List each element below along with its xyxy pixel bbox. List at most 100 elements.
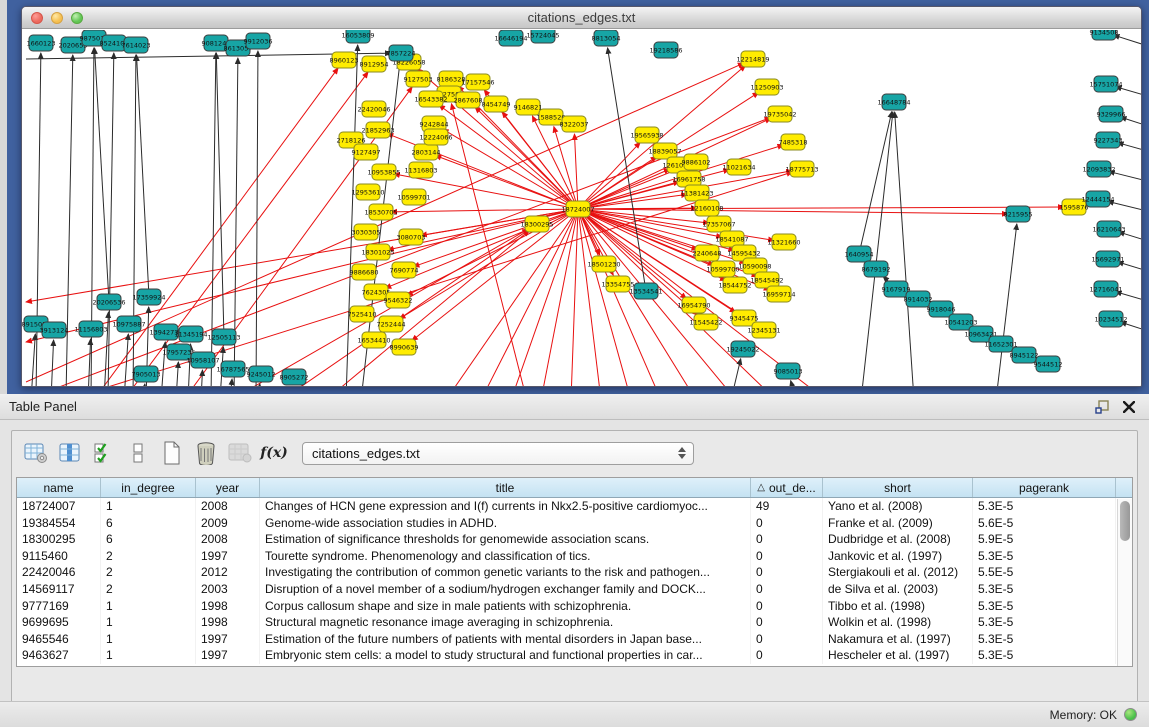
graph-node[interactable]: 7614023 <box>122 37 151 53</box>
table-cell[interactable]: 6 <box>101 515 196 532</box>
column-header-title[interactable]: title <box>260 478 751 497</box>
table-row[interactable]: 2242004622012Investigating the contribut… <box>17 564 1132 581</box>
table-cell[interactable]: 19384554 <box>17 515 101 532</box>
table-cell[interactable]: 2012 <box>196 564 260 581</box>
table-cell[interactable]: 5.5E-5 <box>973 564 1116 581</box>
table-cell[interactable]: Investigating the contribution of common… <box>260 564 751 581</box>
graph-node[interactable]: 12953610 <box>351 184 384 200</box>
table-cell[interactable]: Tourette syndrome. Phenomenology and cla… <box>260 548 751 565</box>
zoom-window-button[interactable] <box>71 12 83 24</box>
table-cell[interactable]: Yano et al. (2008) <box>823 498 973 515</box>
citation-network-graph[interactable]: 1872400718300295195659381883905712610651… <box>22 30 1141 386</box>
column-header-pagerank[interactable]: pagerank <box>973 478 1116 497</box>
graph-edge[interactable] <box>578 209 1008 214</box>
select-columns-button[interactable] <box>56 439 84 467</box>
table-cell[interactable]: 5.6E-5 <box>973 515 1116 532</box>
graph-edge[interactable] <box>791 381 796 386</box>
table-cell[interactable]: 2 <box>101 564 196 581</box>
column-header-in_degree[interactable]: in_degree <box>101 478 196 497</box>
deselect-all-button[interactable] <box>124 439 152 467</box>
table-cell[interactable]: Disruption of a novel member of a sodium… <box>260 581 751 598</box>
table-cell[interactable]: Corpus callosum shape and size in male p… <box>260 598 751 615</box>
graph-node[interactable]: 9134508 <box>1090 30 1119 40</box>
table-cell[interactable]: 9777169 <box>17 598 101 615</box>
table-cell[interactable]: 1997 <box>196 548 260 565</box>
graph-edge[interactable] <box>26 209 578 302</box>
table-cell[interactable]: 2 <box>101 581 196 598</box>
memory-ok-icon[interactable] <box>1124 708 1137 721</box>
graph-node[interactable]: 16210643 <box>1092 221 1125 237</box>
table-cell[interactable]: 1 <box>101 631 196 648</box>
table-cell[interactable]: Estimation of the future numbers of pati… <box>260 631 751 648</box>
table-cell[interactable]: de Silva et al. (2003) <box>823 581 973 598</box>
table-cell[interactable]: 18724007 <box>17 498 101 515</box>
table-cell[interactable]: Hescheler et al. (1997) <box>823 647 973 664</box>
graph-node[interactable]: 17157546 <box>461 74 494 90</box>
table-cell[interactable]: 9699695 <box>17 614 101 631</box>
graph-node[interactable]: 16646194 <box>494 30 527 46</box>
graph-node[interactable]: 16787565 <box>216 361 249 377</box>
column-header-name[interactable]: name <box>17 478 101 497</box>
table-cell[interactable]: 5.3E-5 <box>973 598 1116 615</box>
table-cell[interactable]: 14569117 <box>17 581 101 598</box>
graph-node[interactable]: 11345194 <box>174 326 207 342</box>
graph-node[interactable]: 16954790 <box>677 297 710 313</box>
table-cell[interactable]: 1998 <box>196 598 260 615</box>
table-cell[interactable]: Estimation of significance thresholds fo… <box>260 531 751 548</box>
graph-node[interactable]: 8322037 <box>560 116 589 132</box>
graph-node[interactable]: 7905013 <box>132 366 161 382</box>
network-view-canvas[interactable]: 1872400718300295195659381883905712610651… <box>22 30 1141 386</box>
table-cell[interactable]: Tibbo et al. (1998) <box>823 598 973 615</box>
graph-node[interactable]: 8679192 <box>862 261 891 277</box>
graph-node[interactable]: 7690774 <box>390 262 419 278</box>
table-cell[interactable]: 2 <box>101 548 196 565</box>
table-cell[interactable]: 2003 <box>196 581 260 598</box>
graph-edge[interactable] <box>230 379 232 386</box>
graph-node[interactable]: 10953855 <box>367 164 400 180</box>
table-cell[interactable]: 0 <box>751 564 823 581</box>
table-cell[interactable]: 5.9E-5 <box>973 531 1116 548</box>
column-header-short[interactable]: short <box>823 478 973 497</box>
graph-node[interactable]: 11021634 <box>722 159 755 175</box>
graph-node[interactable]: 9886680 <box>350 264 379 280</box>
graph-edge[interactable] <box>216 53 224 337</box>
graph-node[interactable]: 12160108 <box>690 200 723 216</box>
table-cell[interactable]: 0 <box>751 631 823 648</box>
graph-node[interactable]: 15724045 <box>526 30 559 43</box>
table-row[interactable]: 1456911722003Disruption of a novel membe… <box>17 581 1132 598</box>
table-cell[interactable]: 1 <box>101 614 196 631</box>
table-row[interactable]: 911546021997Tourette syndrome. Phenomeno… <box>17 548 1132 565</box>
network-window[interactable]: citations_edges.txt 18724007183002951956… <box>21 6 1142 387</box>
table-cell[interactable]: 1998 <box>196 614 260 631</box>
graph-node[interactable]: 19735042 <box>763 106 796 122</box>
graph-node[interactable]: 16053809 <box>341 30 374 43</box>
table-row[interactable]: 1830029562008Estimation of significance … <box>17 531 1132 548</box>
graph-node[interactable]: 1660123 <box>27 35 56 51</box>
graph-node[interactable]: 9912036 <box>244 33 273 49</box>
table-cell[interactable]: 1997 <box>196 631 260 648</box>
graph-node[interactable]: 7857224 <box>387 45 416 61</box>
graph-edge[interactable] <box>1121 117 1141 127</box>
graph-edge[interactable] <box>578 209 631 386</box>
graph-node[interactable]: 19245022 <box>726 341 759 357</box>
graph-node[interactable]: 10599700 <box>706 261 739 277</box>
graph-edge[interactable] <box>133 55 136 386</box>
table-row[interactable]: 1872400712008Changes of HCN gene express… <box>17 498 1132 515</box>
table-cell[interactable]: 0 <box>751 531 823 548</box>
table-cell[interactable]: 22420046 <box>17 564 101 581</box>
graph-node[interactable]: 9127503 <box>404 71 433 87</box>
graph-node[interactable]: 7485318 <box>779 134 808 150</box>
graph-node[interactable]: 20206536 <box>92 294 125 310</box>
graph-edge[interactable] <box>1114 35 1141 47</box>
graph-node[interactable]: 9127497 <box>352 144 381 160</box>
graph-node[interactable]: 2867608 <box>454 92 483 108</box>
graph-node[interactable]: 16534410 <box>357 332 390 348</box>
graph-node[interactable]: 12214819 <box>736 51 769 67</box>
table-row[interactable]: 977716911998Corpus callosum shape and si… <box>17 598 1132 615</box>
graph-edge[interactable] <box>108 53 114 386</box>
graph-node[interactable]: 8813054 <box>592 30 621 46</box>
graph-edge[interactable] <box>859 112 892 254</box>
table-cell[interactable]: Embryonic stem cells: a model to study s… <box>260 647 751 664</box>
graph-node[interactable]: 8215955 <box>1004 206 1033 222</box>
graph-node[interactable]: 2240648 <box>693 245 722 261</box>
